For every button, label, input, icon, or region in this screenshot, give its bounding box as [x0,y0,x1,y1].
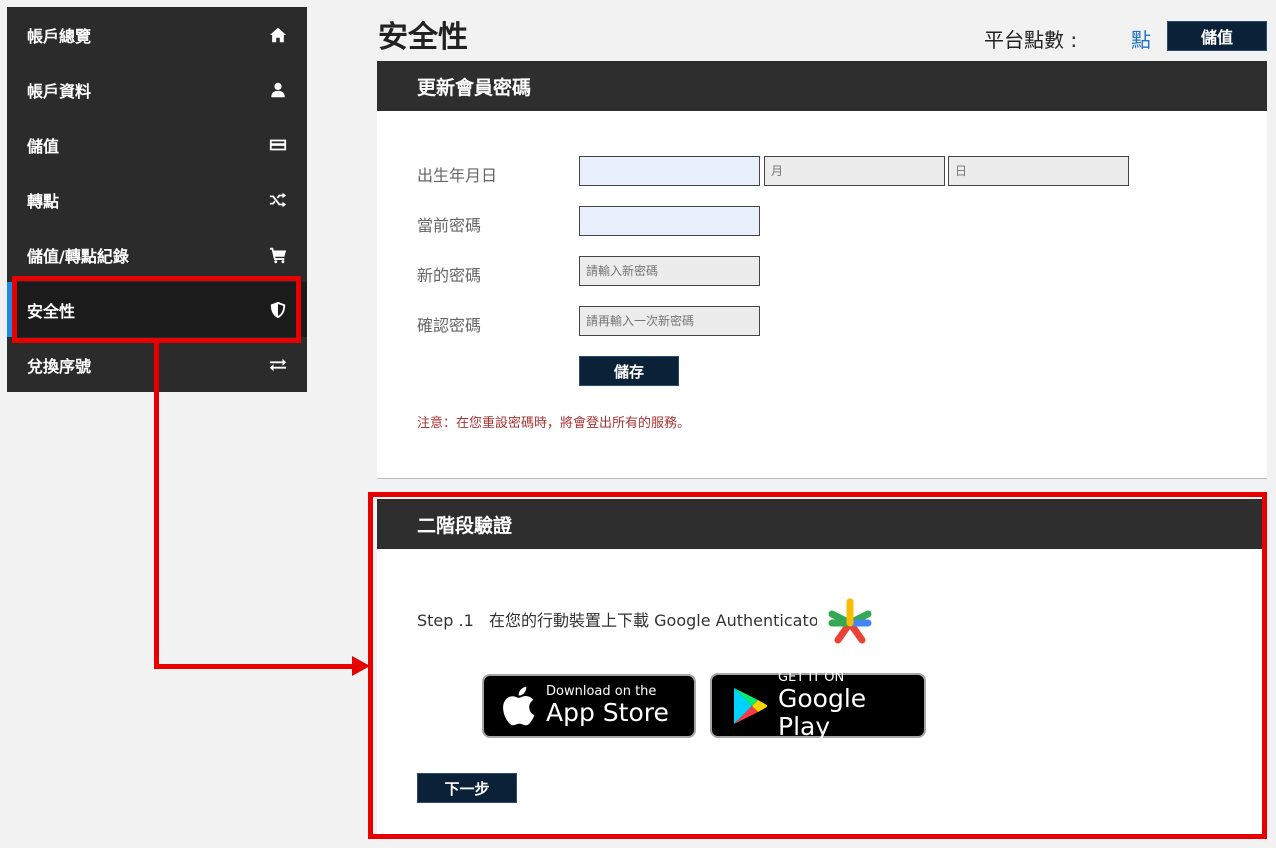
sidebar-item-label: 帳戶資料 [27,81,92,101]
annotation-arrow-head [352,656,370,676]
confirm-password-field[interactable] [579,306,760,336]
sidebar-item-label: 轉點 [27,191,60,211]
new-password-field[interactable] [579,256,760,286]
sidebar-item-account-overview[interactable]: 帳戶總覽 [7,7,307,62]
update-password-title: 更新會員密碼 [377,61,1267,111]
current-password-label: 當前密碼 [417,216,482,235]
page-title: 安全性 [378,20,468,55]
sidebar-item-account-info[interactable]: 帳戶資料 [7,62,307,117]
update-password-panel: 更新會員密碼 出生年月日 當前密碼 新的密碼 確認密碼 儲存 注意：在您重設密碼… [377,61,1267,479]
platform-points-unit: 點 [1131,28,1151,52]
sidebar-item-label: 兌換序號 [27,356,92,376]
topup-button[interactable]: 儲值 [1167,21,1267,51]
exchange-icon [269,356,287,374]
credit-card-icon [269,136,287,154]
sidebar-item-transfer-points[interactable]: 轉點 [7,172,307,227]
birthday-year-field[interactable] [579,156,760,186]
home-icon [269,26,287,44]
new-password-label: 新的密碼 [417,266,482,285]
annotation-connector-horizontal [154,664,354,669]
annotation-highlight-security-menu [12,276,301,343]
current-password-field[interactable] [579,206,760,236]
birthday-day-field[interactable] [948,156,1129,186]
sidebar-item-label: 儲值 [27,136,60,156]
platform-points-label: 平台點數 : [984,28,1078,52]
annotation-highlight-two-factor [368,492,1267,839]
birthday-label: 出生年月日 [417,166,498,185]
sidebar-item-topup[interactable]: 儲值 [7,117,307,172]
annotation-connector-vertical [154,342,159,669]
birthday-month-field[interactable] [764,156,945,186]
user-icon [269,81,287,99]
save-password-button[interactable]: 儲存 [579,356,679,386]
sidebar-item-label: 帳戶總覽 [27,26,92,46]
shuffle-icon [269,191,287,209]
cart-icon [269,246,287,264]
sidebar-item-label: 儲值/轉點紀錄 [27,246,129,266]
confirm-password-label: 確認密碼 [417,316,482,335]
logout-warning-note: 注意：在您重設密碼時，將會登出所有的服務。 [417,416,691,431]
sidebar-item-records[interactable]: 儲值/轉點紀錄 [7,227,307,282]
